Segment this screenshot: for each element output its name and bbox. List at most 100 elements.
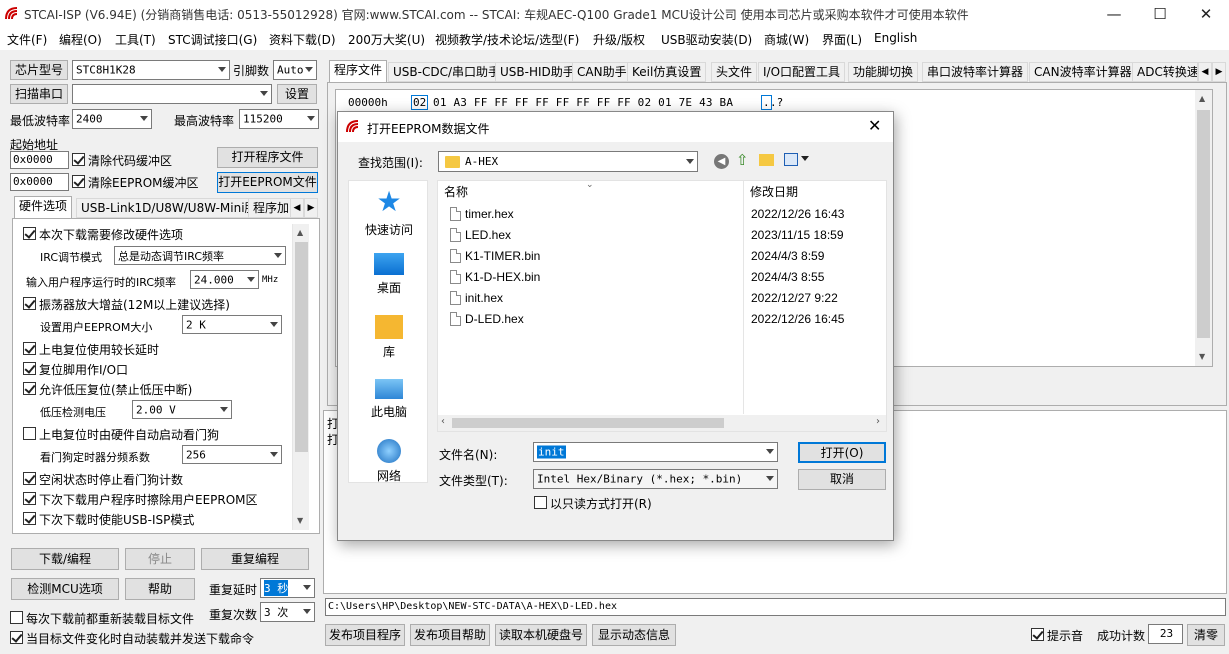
scroll-down-icon[interactable]: ▼ [297,516,303,525]
scan-port-button[interactable]: 扫描串口 [10,84,68,104]
repeat-delay-select[interactable]: 3 秒 [260,578,315,598]
min-baud-select[interactable]: 2400 [72,109,152,129]
eeprom-address-input[interactable]: 0x0000 [10,173,69,191]
chip-type-button[interactable]: 芯片型号 [10,60,68,80]
minimize-button[interactable]: — [1091,0,1137,28]
clear-eeprom-checkbox[interactable] [72,175,85,188]
pins-select[interactable]: Auto [273,60,317,80]
cancel-button[interactable]: 取消 [798,469,886,490]
scroll-down-icon[interactable]: ▼ [1199,352,1205,361]
code-address-input[interactable]: 0x0000 [10,151,69,169]
place-quick-access[interactable]: ★ 快速访问 [349,187,429,238]
maximize-button[interactable]: ☐ [1137,0,1183,28]
tab-scroll-left-icon[interactable]: ◀ [290,198,304,218]
menu-shop[interactable]: 商城(W) [764,31,809,48]
close-button[interactable]: ✕ [1183,0,1229,28]
beep-checkbox[interactable] [1031,628,1044,641]
wdt-divider-select[interactable]: 256 [182,445,282,464]
tab-io-config[interactable]: I/O口配置工具 [758,62,846,82]
menu-interface[interactable]: 界面(L) [822,31,862,48]
tab-header-file[interactable]: 头文件 [711,62,758,82]
menu-video[interactable]: 视频教学/技术论坛/选型(F) [435,31,579,48]
tab-scroll-right-icon[interactable]: ▶ [304,198,318,218]
hex-selected-byte[interactable]: 02 [411,95,429,110]
file-row[interactable]: init.hex 2022/12/27 9:22 [438,288,886,309]
repeat-count-select[interactable]: 3 次 [260,602,315,622]
new-folder-icon[interactable] [759,154,774,166]
menu-upgrade[interactable]: 升级/版权 [593,31,645,48]
scroll-left-icon[interactable]: ‹ [441,416,445,427]
filetype-select[interactable]: Intel Hex/Binary (*.hex; *.bin) [533,469,778,489]
scroll-up-icon[interactable]: ▲ [297,228,303,237]
tab-can-assistant[interactable]: CAN助手 [572,62,632,82]
open-eeprom-file-button[interactable]: 打开EEPROM文件 [217,172,318,193]
erase-eeprom-checkbox[interactable] [23,492,36,505]
reload-checkbox[interactable] [10,611,23,624]
irc-freq-select[interactable]: 24.000 [190,270,259,289]
file-list[interactable]: 名称 ⌄ 修改日期 timer.hex 2022/12/26 16:43 LED.… [437,180,887,432]
scroll-thumb[interactable] [452,418,724,428]
autoload-checkbox[interactable] [10,631,23,644]
port-select[interactable] [72,84,272,104]
tab-keil-emulation[interactable]: Keil仿真设置 [627,62,707,82]
lvd-select[interactable]: 2.00 V [132,400,232,419]
auto-watchdog-checkbox[interactable] [23,427,36,440]
tab-scroll-left-icon[interactable]: ◀ [1198,62,1212,82]
horizontal-scrollbar[interactable]: ‹ › [438,415,886,431]
file-path-field[interactable]: C:\Users\HP\Desktop\NEW-STC-DATA\A-HEX\D… [325,598,1226,616]
modify-hw-checkbox[interactable] [23,227,36,240]
settings-button[interactable]: 设置 [277,84,317,104]
publish-help-button[interactable]: 发布项目帮助 [410,624,490,646]
open-button[interactable]: 打开(O) [798,442,886,463]
tab-program-add[interactable]: 程序加 [248,198,295,218]
back-icon[interactable]: ◀ [714,154,729,169]
tab-usb-hid[interactable]: USB-HID助手 [495,62,580,82]
file-row[interactable]: K1-D-HEX.bin 2024/4/3 8:55 [438,267,886,288]
tab-pin-switch[interactable]: 功能脚切换 [848,62,919,82]
tab-program-file[interactable]: 程序文件 [329,60,388,82]
tab-uart-baud-calc[interactable]: 串口波特率计算器 [922,62,1029,82]
download-program-button[interactable]: 下载/编程 [11,548,119,570]
long-delay-checkbox[interactable] [23,342,36,355]
menu-file[interactable]: 文件(F) [7,31,47,48]
tab-can-baud-calc[interactable]: CAN波特率计算器 [1029,62,1137,82]
scroll-thumb[interactable] [295,242,308,452]
chevron-down-icon[interactable] [801,156,809,161]
place-libraries[interactable]: 库 [349,311,429,360]
tab-scroll-right-icon[interactable]: ▶ [1212,62,1226,82]
idle-stop-wdt-checkbox[interactable] [23,472,36,485]
scroll-up-icon[interactable]: ▲ [1199,94,1205,103]
filename-input[interactable]: init [533,442,778,462]
dialog-close-icon[interactable]: ✕ [868,116,881,135]
menu-debug[interactable]: STC调试接口(G) [168,31,257,48]
hex-scrollbar[interactable]: ▲ ▼ [1195,90,1212,366]
scroll-right-icon[interactable]: › [876,416,880,427]
file-row[interactable]: K1-TIMER.bin 2024/4/3 8:59 [438,246,886,267]
options-scrollbar[interactable]: ▲ ▼ [292,224,309,530]
read-disk-id-button[interactable]: 读取本机硬盘号 [495,624,587,646]
column-name-header[interactable]: 名称 [444,183,468,200]
readonly-checkbox[interactable] [534,496,547,509]
place-desktop[interactable]: 桌面 [349,249,429,296]
tab-hardware-options[interactable]: 硬件选项 [14,196,73,218]
clear-code-checkbox[interactable] [72,153,85,166]
low-voltage-reset-checkbox[interactable] [23,382,36,395]
irc-mode-select[interactable]: 总是动态调节IRC频率 [114,246,286,265]
menu-tools[interactable]: 工具(T) [115,31,156,48]
menu-download[interactable]: 资料下载(D) [269,31,336,48]
max-baud-select[interactable]: 115200 [239,109,319,129]
show-dynamic-info-button[interactable]: 显示动态信息 [592,624,676,646]
menu-usb-driver[interactable]: USB驱动安装(D) [661,31,752,48]
reprogram-button[interactable]: 重复编程 [201,548,309,570]
check-mcu-button[interactable]: 检测MCU选项 [11,578,119,600]
clear-count-button[interactable]: 清零 [1187,624,1225,646]
menu-prize[interactable]: 200万大奖(U) [348,31,425,48]
tab-usb-cdc[interactable]: USB-CDC/串口助手 [388,62,506,82]
osc-gain-checkbox[interactable] [23,297,36,310]
file-row[interactable]: timer.hex 2022/12/26 16:43 [438,204,886,225]
place-network[interactable]: 网络 [349,435,429,484]
open-program-file-button[interactable]: 打开程序文件 [217,147,318,168]
reset-io-checkbox[interactable] [23,362,36,375]
menu-program[interactable]: 编程(O) [59,31,102,48]
file-row[interactable]: LED.hex 2023/11/15 18:59 [438,225,886,246]
